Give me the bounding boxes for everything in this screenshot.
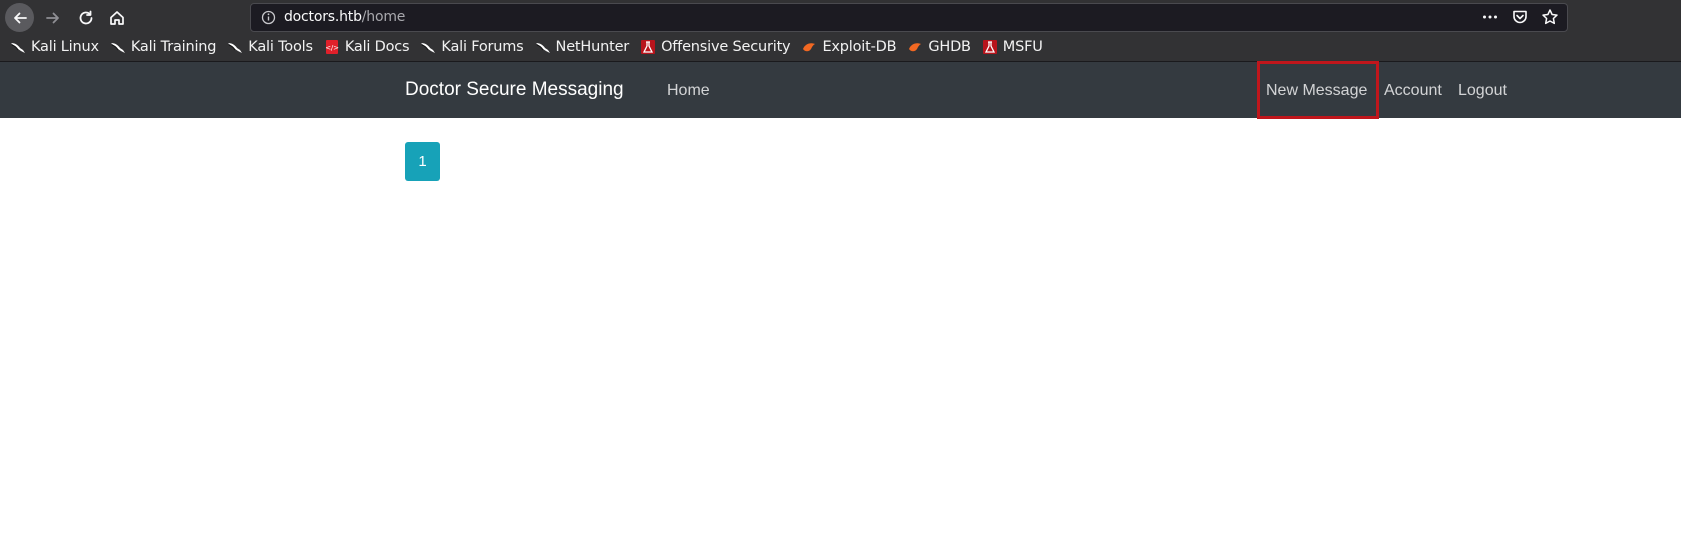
bookmark-kali-training[interactable]: Kali Training xyxy=(110,39,216,55)
star-icon[interactable] xyxy=(1541,8,1559,26)
address-bar[interactable]: doctors.htb/home xyxy=(250,3,1568,32)
home-button[interactable] xyxy=(102,3,131,32)
bookmark-label: GHDB xyxy=(928,39,971,55)
bookmark-msfu[interactable]: MSFU xyxy=(982,39,1043,55)
bookmarks-bar: Kali Linux Kali Training Kali Tools </> … xyxy=(0,33,1681,62)
bookmark-kali-forums[interactable]: Kali Forums xyxy=(420,39,524,55)
bookmark-label: MSFU xyxy=(1002,39,1043,55)
bookmark-offensive-security[interactable]: Offensive Security xyxy=(640,39,791,55)
site-brand[interactable]: Doctor Secure Messaging xyxy=(405,79,624,101)
svg-text:</>: </> xyxy=(325,44,339,52)
nav-logout-link[interactable]: Logout xyxy=(1458,82,1507,100)
kali-dragon-icon xyxy=(110,43,125,53)
offsec-icon xyxy=(982,40,997,54)
pocket-icon[interactable] xyxy=(1511,8,1529,26)
reload-icon xyxy=(79,10,92,24)
bookmark-label: Offensive Security xyxy=(661,39,791,55)
bookmark-label: Kali Training xyxy=(130,39,217,55)
bookmark-label: Kali Docs xyxy=(344,39,410,55)
url-text[interactable]: doctors.htb/home xyxy=(284,9,405,25)
highlight-annotation-box xyxy=(1257,61,1379,119)
site-navbar: Doctor Secure Messaging Home New Message… xyxy=(0,62,1681,118)
bookmark-label: Kali Tools xyxy=(248,39,313,55)
bookmark-label: NetHunter xyxy=(555,39,630,55)
url-host: doctors.htb xyxy=(284,9,362,25)
kali-dragon-icon xyxy=(11,43,25,53)
offsec-icon xyxy=(641,40,656,54)
bookmark-kali-linux[interactable]: Kali Linux xyxy=(10,39,99,55)
nav-account-link[interactable]: Account xyxy=(1384,82,1442,100)
more-dots-icon[interactable] xyxy=(1481,8,1499,26)
pagination-page-button[interactable]: 1 xyxy=(405,142,440,181)
bookmark-kali-docs[interactable]: </> Kali Docs xyxy=(324,39,410,55)
bookmark-label: Kali Linux xyxy=(31,39,99,55)
back-button[interactable] xyxy=(5,3,34,32)
bookmark-exploit-db[interactable]: Exploit-DB xyxy=(801,39,897,55)
forward-button[interactable] xyxy=(38,3,67,32)
home-icon xyxy=(109,10,124,25)
kali-dragon-icon xyxy=(228,43,243,53)
kali-docs-icon: </> xyxy=(325,40,339,54)
back-arrow-icon xyxy=(13,12,27,23)
reload-button[interactable] xyxy=(71,3,100,32)
info-icon[interactable] xyxy=(261,10,276,25)
bookmark-ghdb[interactable]: GHDB xyxy=(907,39,971,55)
kali-dragon-icon xyxy=(535,43,550,53)
bookmark-label: Kali Forums xyxy=(441,39,524,55)
url-path: /home xyxy=(361,9,406,25)
bookmark-label: Exploit-DB xyxy=(822,39,897,55)
forward-arrow-icon xyxy=(45,12,59,23)
exploitdb-icon xyxy=(803,43,816,52)
url-actions xyxy=(1481,8,1559,26)
exploitdb-icon xyxy=(909,43,922,52)
nav-home-link[interactable]: Home xyxy=(667,82,710,100)
browser-toolbar: doctors.htb/home xyxy=(0,0,1681,33)
kali-dragon-icon xyxy=(421,43,436,53)
bookmark-nethunter[interactable]: NetHunter xyxy=(535,39,630,55)
bookmark-kali-tools[interactable]: Kali Tools xyxy=(227,39,313,55)
